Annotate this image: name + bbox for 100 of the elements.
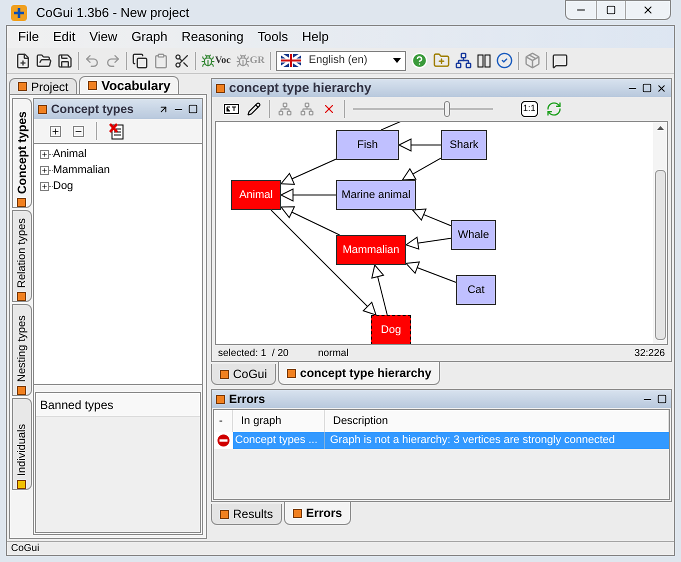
- side-tab[interactable]: Nesting types: [12, 304, 32, 396]
- panel-icon: [18, 386, 26, 395]
- vertical-scrollbar[interactable]: [653, 122, 667, 344]
- graph-node[interactable]: Marine animal: [336, 180, 416, 210]
- panel-title: concept type hierarchy: [229, 79, 372, 98]
- menu-item[interactable]: Tools: [250, 27, 295, 47]
- tree-item[interactable]: Dog: [53, 178, 74, 194]
- inheritance-arrow: [412, 208, 452, 226]
- graph-node[interactable]: Fish: [336, 130, 399, 160]
- maximize-icon[interactable]: [188, 104, 198, 114]
- tab[interactable]: CoGui: [211, 364, 276, 385]
- side-tab[interactable]: Relation types: [12, 210, 32, 302]
- panel-icon: [88, 81, 98, 90]
- menu-item[interactable]: Edit: [46, 27, 82, 47]
- side-tab[interactable]: Concept types: [12, 98, 32, 208]
- close-icon: [642, 4, 654, 16]
- panel-icon: [287, 368, 296, 378]
- maximize-icon: [606, 5, 616, 15]
- inheritance-arrow: [280, 188, 336, 202]
- expand-icon[interactable]: [40, 166, 49, 174]
- table-cell-text: Graph is not a hierarchy: 3 vertices are strongly connected: [329, 433, 616, 448]
- panel-title: Concept types: [51, 101, 135, 118]
- inheritance-arrow: [280, 158, 336, 185]
- expand-icon[interactable]: [40, 182, 49, 190]
- panel-icon: [216, 84, 225, 92]
- columns-icon[interactable]: [476, 54, 491, 68]
- refresh-icon[interactable]: [546, 101, 562, 117]
- menu-item[interactable]: Graph: [124, 27, 174, 47]
- maximize-icon[interactable]: [657, 394, 667, 404]
- tab[interactable]: Errors: [284, 502, 352, 525]
- float-icon[interactable]: [158, 104, 169, 114]
- graph-node[interactable]: Shark: [441, 130, 487, 160]
- panel-icon: [18, 198, 26, 207]
- tab[interactable]: concept type hierarchy: [278, 362, 440, 385]
- flag-icon: [280, 54, 301, 67]
- app-logo-icon: [10, 4, 28, 22]
- tree-item[interactable]: Mammalian: [53, 162, 110, 178]
- comment-icon[interactable]: [552, 52, 568, 68]
- inheritance-arrow: [404, 261, 456, 283]
- graph-node[interactable]: Mammalian: [336, 235, 406, 265]
- error-icon: [217, 434, 230, 447]
- window-title: CoGui 1.3b6 - New project: [36, 4, 190, 22]
- slider-thumb[interactable]: [444, 101, 450, 117]
- menu-item[interactable]: File: [11, 27, 46, 47]
- close-icon[interactable]: [656, 82, 667, 94]
- delete-icon[interactable]: [322, 102, 336, 116]
- status-text: CoGui: [11, 542, 40, 556]
- add-folder-icon[interactable]: [432, 52, 450, 69]
- edit-icon[interactable]: [247, 102, 261, 116]
- delete-document-icon[interactable]: [109, 122, 125, 140]
- panel-icon: [216, 394, 225, 404]
- inheritance-arrow: [401, 158, 442, 181]
- menu-item[interactable]: Reasoning: [174, 27, 251, 47]
- graph-node[interactable]: Whale: [451, 220, 496, 250]
- scroll-up-icon[interactable]: [656, 126, 664, 130]
- zoom-slider[interactable]: [353, 101, 493, 117]
- graph-node[interactable]: Animal: [231, 180, 281, 210]
- actual-size-button[interactable]: 1:1: [521, 101, 538, 117]
- maximize-button[interactable]: [596, 1, 626, 19]
- cut-icon[interactable]: [174, 52, 190, 68]
- hierarchy-icon[interactable]: [454, 52, 472, 69]
- table-cell: Concept types ...: [233, 432, 325, 449]
- bug-icon: [201, 54, 215, 68]
- tab[interactable]: Vocabulary: [79, 76, 180, 94]
- tree-item[interactable]: Animal: [53, 146, 87, 162]
- cursor-position: 32:226: [634, 346, 665, 360]
- menu-item[interactable]: Help: [294, 27, 336, 47]
- panel-icon: [220, 510, 229, 518]
- open-folder-icon[interactable]: [36, 52, 52, 68]
- ct-icon[interactable]: [224, 104, 239, 114]
- save-icon[interactable]: [57, 52, 73, 68]
- side-tab[interactable]: Individuals: [12, 398, 32, 490]
- new-file-icon[interactable]: [15, 52, 31, 68]
- tab[interactable]: Results: [211, 504, 282, 525]
- inheritance-arrow: [398, 138, 442, 152]
- panel-icon: [293, 508, 302, 518]
- panel-icon: [220, 370, 229, 378]
- bug-icon: [236, 54, 250, 68]
- selection-count: selected: 1 / 20: [218, 346, 290, 360]
- caret-icon: [392, 58, 401, 63]
- expand-icon[interactable]: [40, 150, 49, 158]
- inheritance-arrow: [404, 236, 452, 250]
- menu-item[interactable]: View: [82, 27, 124, 47]
- copy-icon[interactable]: [132, 52, 148, 68]
- column-header: Banned types: [36, 393, 200, 417]
- maximize-icon[interactable]: [642, 83, 652, 93]
- panel-icon: [38, 104, 47, 114]
- mode-label: normal: [318, 346, 350, 360]
- voc-button[interactable]: Voc: [201, 53, 231, 68]
- tab[interactable]: Project: [9, 78, 78, 94]
- graph-node[interactable]: Cat: [456, 275, 496, 305]
- graph-node[interactable]: Dog: [371, 315, 411, 344]
- check-icon[interactable]: [496, 52, 513, 69]
- collapse-all-icon[interactable]: [73, 126, 84, 136]
- panel-icon: [18, 480, 26, 489]
- expand-all-icon[interactable]: [50, 126, 61, 136]
- panel-title: Errors: [229, 391, 266, 408]
- help-icon[interactable]: [410, 52, 428, 69]
- panel-icon: [18, 82, 27, 91]
- language-dropdown[interactable]: English (en): [276, 50, 406, 70]
